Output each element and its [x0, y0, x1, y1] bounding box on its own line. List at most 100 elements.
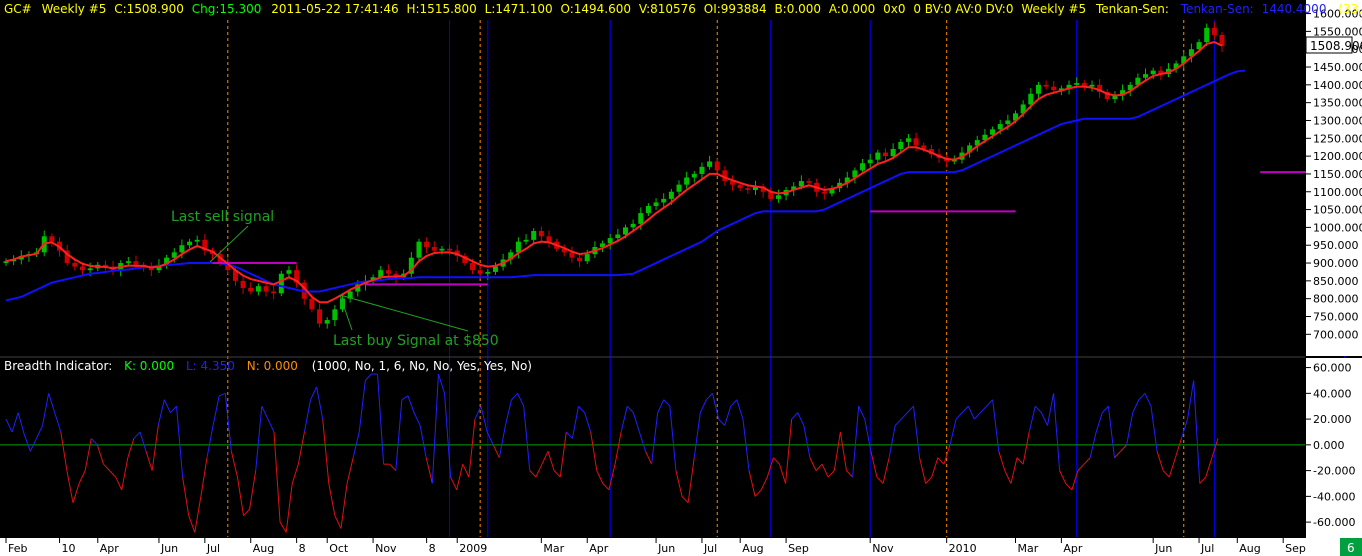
candle-body [898, 141, 904, 149]
candle-body [523, 239, 529, 242]
time-tick-label: Aug [253, 542, 274, 555]
candle-body [668, 191, 674, 199]
candle-body [470, 263, 476, 271]
candle-body [867, 159, 873, 164]
oscillator-name: Breadth Indicator: [4, 359, 112, 373]
candle-body [638, 213, 644, 224]
high-value: H:1515.800 [406, 2, 476, 16]
candle-body [317, 309, 323, 324]
time-tick-label: Mar [1018, 542, 1039, 555]
price-tick-label: 1300.000 [1313, 114, 1362, 127]
time-tick-label: 2010 [949, 542, 977, 555]
candle-body [1211, 27, 1217, 35]
time-tick-label: 10 [62, 542, 76, 555]
candle-body [133, 261, 139, 265]
indicator-value: 1440.4000 [1262, 2, 1327, 16]
indicator-params: (33, Last) [1338, 2, 1362, 16]
candle-body [240, 280, 246, 288]
candle-body [653, 202, 659, 207]
candle-body [271, 291, 277, 294]
candle-body [684, 177, 690, 185]
candle-body [737, 184, 743, 189]
low-value: L:1471.100 [485, 2, 553, 16]
candle-body [882, 152, 888, 157]
change-value: Chg:15.300 [192, 2, 262, 16]
time-tick-label: Mar [543, 542, 564, 555]
price-tick-label: 700.000 [1313, 328, 1359, 341]
candle-body [806, 181, 812, 183]
time-tick-label: 8 [429, 542, 436, 555]
candle-body [248, 287, 254, 292]
price-tick-label: 1450.000 [1313, 61, 1362, 74]
price-tick-label: 1000.000 [1313, 221, 1362, 234]
candle-body [194, 239, 200, 242]
oi-value: OI:993884 [704, 2, 767, 16]
candle-body [492, 266, 498, 272]
candle-body [1005, 120, 1011, 125]
candle-body [630, 223, 636, 228]
price-tick-label: 1550.000 [1313, 25, 1362, 38]
price-tick-label: 1050.000 [1313, 204, 1362, 217]
time-tick-label: 2009 [459, 542, 487, 555]
open-value: O:1494.600 [560, 2, 631, 16]
price-tick-label: 950.000 [1313, 239, 1359, 252]
candle-body [187, 241, 193, 246]
price-tick-label: 850.000 [1313, 275, 1359, 288]
price-tick-label: 1100.000 [1313, 186, 1362, 199]
buy-signal-annotation: Last buy Signal at $850 [333, 333, 499, 349]
indicator-series: Tenkan-Sen: [1180, 2, 1254, 16]
time-tick-label: Jun [657, 542, 675, 555]
time-tick-label: Oct [329, 542, 349, 555]
osc-tick-label: 0.000 [1313, 439, 1345, 452]
osc-tick-label: -60.000 [1313, 516, 1355, 529]
candle-body [171, 252, 177, 258]
price-tick-label: 1150.000 [1313, 168, 1362, 181]
candle-body [691, 173, 697, 178]
time-tick-label: Feb [8, 542, 27, 555]
candle-body [1089, 84, 1095, 87]
osc-tick-label: -40.000 [1313, 490, 1355, 503]
chart-window: 700.000 750.000 800.000 850.000 900.000 950.0… [0, 0, 1362, 556]
time-tick-label: Apr [100, 542, 120, 555]
candle-body [860, 163, 866, 171]
candle-body [1028, 93, 1034, 105]
oscillator-n: N: 0.000 [247, 359, 298, 373]
osc-tick-label: 40.000 [1313, 387, 1352, 400]
candle-body [714, 161, 720, 171]
time-tick-label: Nov [872, 542, 894, 555]
oscillator-l: L: 4.350 [186, 359, 235, 373]
candle-body [485, 271, 491, 274]
candle-body [622, 227, 628, 235]
price-header: GC# Weekly #5 C:1508.900 Chg:15.300 2011… [4, 2, 1362, 16]
candle-body [87, 268, 93, 271]
candle-body [577, 257, 583, 262]
candle-body [661, 198, 667, 203]
price-tick-label: 1200.000 [1313, 150, 1362, 163]
time-tick-label: Jul [1200, 542, 1214, 555]
candle-body [775, 195, 781, 199]
candle-body [439, 248, 445, 251]
candle-body [546, 236, 552, 242]
candle-body [49, 236, 55, 242]
size-value: 0x0 [883, 2, 905, 16]
price-tick-label: 1250.000 [1313, 132, 1362, 145]
price-tick-label: 1350.000 [1313, 97, 1362, 110]
osc-tick-label: 20.000 [1313, 413, 1352, 426]
candle-body [699, 166, 705, 174]
candle-body [255, 286, 261, 292]
candle-body [515, 241, 521, 253]
candle-body [1074, 83, 1080, 85]
candle-body [1043, 84, 1049, 87]
candle-body [997, 124, 1003, 130]
price-tick-label: 750.000 [1313, 310, 1359, 323]
candle-body [745, 188, 751, 190]
candle-body [79, 266, 85, 271]
oscillator-k: K: 0.000 [124, 359, 174, 373]
candle-body [309, 298, 315, 310]
candle-body [913, 138, 919, 146]
candle-body [875, 152, 881, 160]
ask-value: A:0.000 [829, 2, 875, 16]
time-tick-label: Nov [375, 542, 397, 555]
osc-tick-label: -20.000 [1313, 465, 1355, 478]
time-tick-label: 8 [299, 542, 306, 555]
